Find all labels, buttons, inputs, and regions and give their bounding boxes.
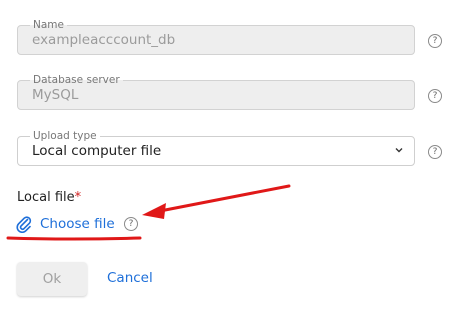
annotation-underline [6,236,142,241]
annotation-overlay [6,184,291,241]
annotation-arrowhead [142,203,166,219]
annotation-arrow-shaft [158,184,291,213]
